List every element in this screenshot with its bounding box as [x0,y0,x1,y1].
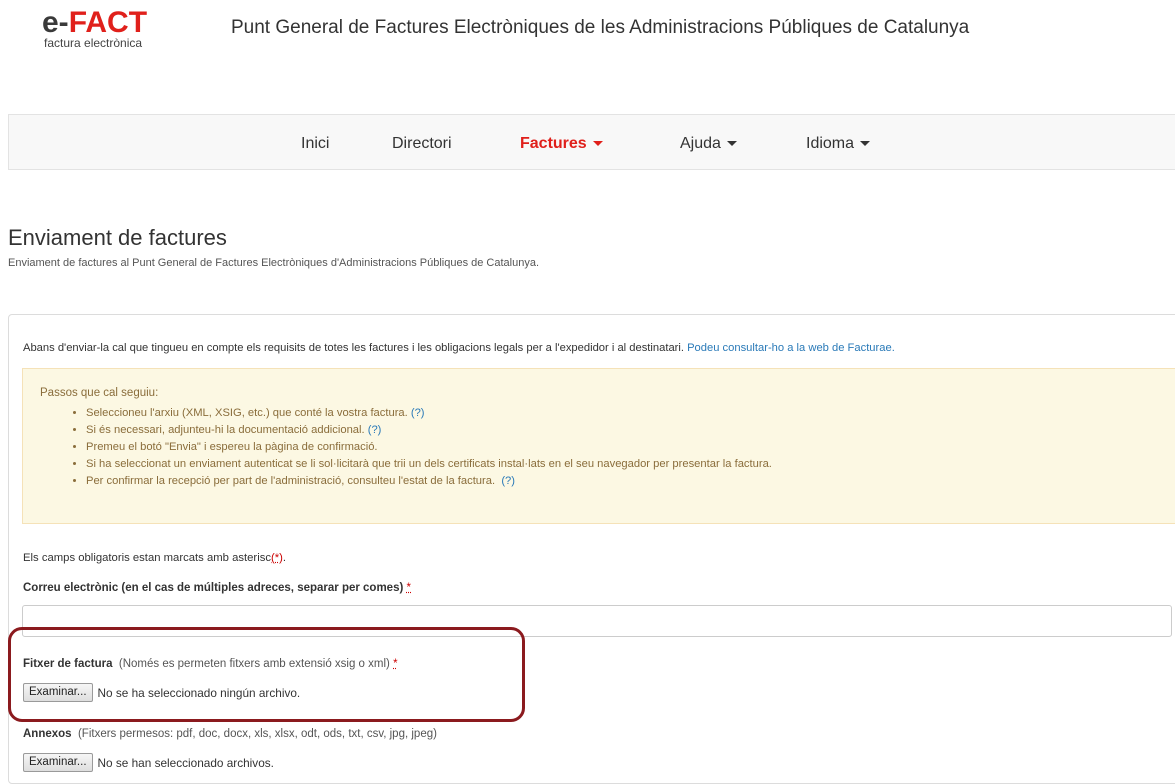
annex-hint: (Fitxers permesos: pdf, doc, docx, xls, … [77,728,437,740]
main-navbar: Inici Directori Factures Ajuda Idioma [8,114,1175,170]
logo-fact: FACT [68,6,148,39]
site-title: Punt General de Factures Electròniques d… [231,17,970,38]
step-text: Seleccioneu l'arxiu (XML, XSIG, etc.) qu… [86,407,408,419]
nav-label: Factures [520,135,587,152]
intro-text: Abans d'enviar-la cal que tingueu en com… [23,342,895,354]
step-text: Si ha seleccionat un enviament autentica… [86,458,772,470]
nav-item-factures[interactable]: Factures [520,135,603,153]
annex-label-text: Annexos [23,728,72,740]
annex-file-input: Examinar... No se han seleccionado archiv… [23,753,274,773]
nav-item-directori[interactable]: Directori [392,135,452,153]
list-item: Per confirmar la recepció per part de l'… [86,473,772,490]
nav-label: Directori [392,135,452,152]
caret-down-icon [726,141,737,147]
steps-alert: Passos que cal seguiu: Seleccioneu l'arx… [22,368,1175,524]
required-note-text: Els camps obligatoris estan marcats amb … [23,552,271,564]
step-text: Si és necessari, adjunteu-hi la document… [86,424,365,436]
intro-body: Abans d'enviar-la cal que tingueu en com… [23,342,684,354]
highlight-frame [8,627,525,722]
invoice-file-status: No se ha seleccionado ningún archivo. [97,685,301,700]
invoice-browse-button[interactable]: Examinar... [23,683,93,702]
steps-list: Seleccioneu l'arxiu (XML, XSIG, etc.) qu… [73,405,772,490]
list-item: Seleccioneu l'arxiu (XML, XSIG, etc.) qu… [86,405,772,422]
logo-wordmark: e-FACT [42,8,147,38]
list-item: Si és necessari, adjunteu-hi la document… [86,422,772,439]
page-subtitle: Enviament de factures al Punt General de… [8,257,540,269]
list-item: Si ha seleccionat un enviament autentica… [86,456,772,473]
required-asterisk: * [393,658,398,670]
required-fields-note: Els camps obligatoris estan marcats amb … [23,552,286,564]
page-title: Enviament de factures [8,225,227,250]
required-asterisk: * [406,582,411,594]
logo-subtitle: factura electrònica [44,36,143,50]
nav-label: Ajuda [680,135,721,152]
nav-item-inici[interactable]: Inici [301,135,329,153]
annex-browse-button[interactable]: Examinar... [23,753,93,772]
efact-logo[interactable]: e-FACT factura electrònica [42,8,147,51]
required-note-end: . [282,552,287,564]
invoice-file-label: Fitxer de factura (Només es permeten fit… [23,658,398,670]
steps-title: Passos que cal seguiu: [40,387,159,399]
help-link[interactable]: (?) [501,475,515,487]
invoice-file-input: Examinar... No se ha seleccionado ningún … [23,683,300,703]
help-link[interactable]: (?) [368,424,382,436]
list-item: Premeu el botó "Envia" i espereu la pàgi… [86,439,772,456]
caret-down-icon [592,141,603,147]
invoice-file-label-text: Fitxer de factura [23,658,113,670]
email-label: Correu electrònic (en el cas de múltiple… [23,582,411,594]
step-text: Per confirmar la recepció per part de l'… [86,475,496,487]
required-asterisk: (*) [271,552,283,564]
nav-item-ajuda[interactable]: Ajuda [680,135,737,153]
help-link[interactable]: (?) [411,407,425,419]
facturae-link[interactable]: Podeu consultar-ho a la web de Facturae. [687,342,895,354]
nav-item-idioma[interactable]: Idioma [806,135,871,153]
nav-label: Idioma [806,135,855,152]
caret-down-icon [860,141,871,147]
annex-label: Annexos (Fitxers permesos: pdf, doc, doc… [23,728,437,740]
logo-e: e- [42,6,69,39]
email-label-text: Correu electrònic (en el cas de múltiple… [23,582,404,594]
annex-file-status: No se han seleccionado archivos. [97,755,274,770]
step-text: Premeu el botó "Envia" i espereu la pàgi… [86,441,378,453]
nav-label: Inici [301,135,330,152]
invoice-file-hint: (Només es permeten fitxers amb extensió … [118,658,390,670]
